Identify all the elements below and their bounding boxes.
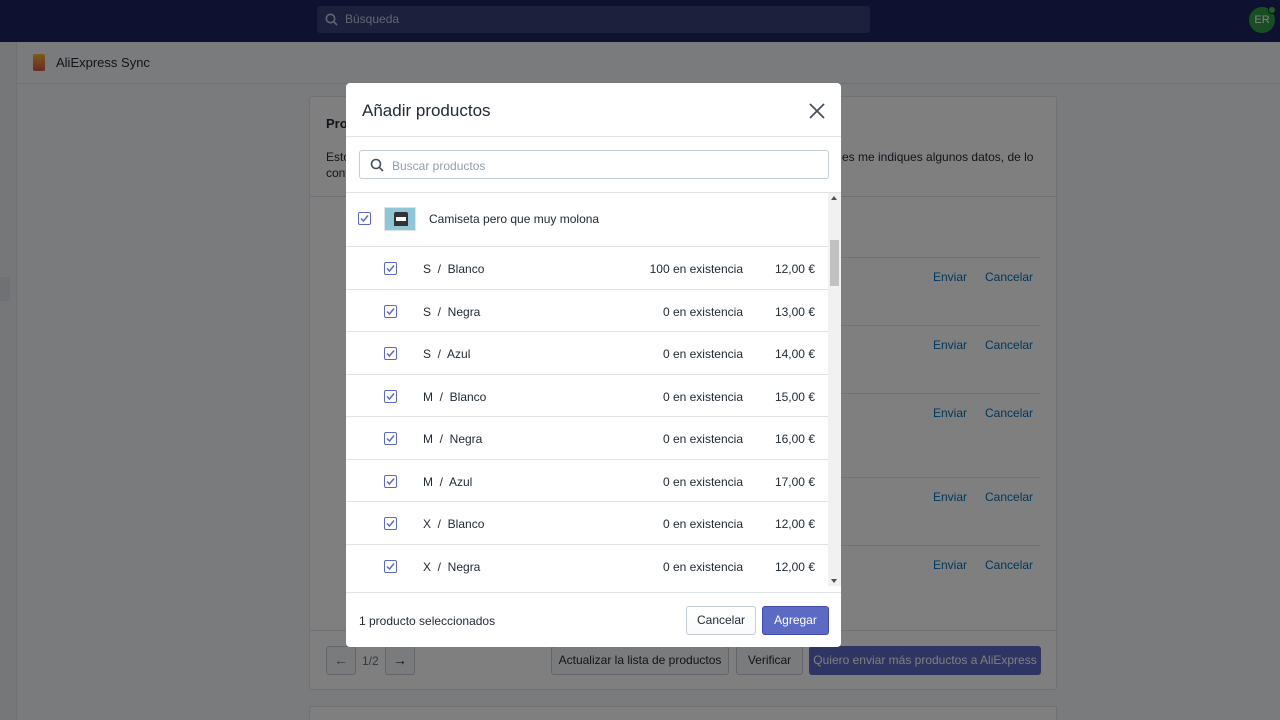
variant-checkbox[interactable] (384, 347, 397, 360)
variant-label: S / Negra (423, 304, 481, 319)
variant-checkbox[interactable] (384, 262, 397, 275)
variant-checkbox[interactable] (384, 389, 397, 403)
variant-row[interactable]: S / Azul 0 en existencia 14,00 € (346, 332, 828, 375)
variant-price: 13,00 € (774, 304, 815, 319)
modal-title: Añadir productos (362, 101, 491, 120)
variant-row[interactable]: M / Negra 0 en existencia 16,00 € (346, 417, 828, 460)
variant-price: 12,00 € (774, 517, 815, 531)
list-scrollbar[interactable] (828, 193, 841, 586)
variant-label: X / Blanco (423, 517, 485, 531)
variant-row[interactable]: X / Negra 0 en existencia 12,00 € (346, 545, 828, 587)
scroll-down-arrow-icon[interactable] (831, 579, 837, 583)
variant-checkbox[interactable] (384, 474, 397, 488)
close-button[interactable] (806, 100, 828, 122)
add-button[interactable]: Agregar (762, 606, 829, 635)
variant-price: 15,00 € (774, 389, 815, 404)
variant-label: S / Azul (423, 347, 471, 361)
search-icon (370, 158, 384, 172)
divider (346, 592, 841, 593)
variant-row[interactable]: X / Blanco 0 en existencia 12,00 € (346, 502, 828, 545)
variant-price: 12,00 € (774, 262, 815, 276)
variant-label: M / Negra (423, 432, 483, 446)
cancel-button[interactable]: Cancelar (686, 606, 756, 635)
variant-stock: 0 en existencia (662, 389, 743, 404)
scroll-up-arrow-icon[interactable] (831, 196, 837, 200)
variant-row[interactable]: M / Blanco 0 en existencia 15,00 € (346, 375, 828, 417)
product-search-input[interactable]: Buscar productos (359, 150, 829, 179)
check-icon (386, 392, 395, 400)
close-icon (809, 103, 825, 119)
variant-stock: 0 en existencia (662, 432, 743, 446)
variant-checkbox[interactable] (384, 304, 397, 318)
variant-label: M / Azul (423, 474, 473, 489)
product-search-placeholder: Buscar productos (392, 159, 486, 173)
check-icon (386, 562, 395, 570)
variant-stock: 0 en existencia (662, 304, 743, 319)
variant-row[interactable]: S / Negra 0 en existencia 13,00 € (346, 290, 828, 332)
variant-label: X / Negra (423, 559, 481, 574)
variant-stock: 0 en existencia (662, 517, 743, 531)
check-icon (386, 435, 395, 443)
variant-label: S / Blanco (423, 262, 485, 276)
selected-count: 1 producto seleccionados (359, 614, 496, 628)
variant-label: M / Blanco (423, 389, 487, 404)
check-icon (386, 520, 395, 528)
product-thumbnail (384, 207, 416, 231)
product-list: Camiseta pero que muy molona S / Blanco … (346, 193, 828, 586)
variant-stock: 100 en existencia (649, 262, 743, 276)
variant-checkbox[interactable] (384, 432, 397, 445)
variant-stock: 0 en existencia (662, 347, 743, 361)
product-checkbox[interactable] (358, 212, 371, 225)
modal-header: Añadir productos (346, 83, 841, 137)
check-icon (386, 477, 395, 485)
variant-checkbox[interactable] (384, 559, 397, 573)
variant-checkbox[interactable] (384, 517, 397, 530)
check-icon (386, 265, 395, 273)
variant-row[interactable]: M / Azul 0 en existencia 17,00 € (346, 460, 828, 502)
product-name: Camiseta pero que muy molona (429, 212, 600, 226)
variant-price: 17,00 € (774, 474, 815, 489)
variant-price: 14,00 € (774, 347, 815, 361)
variant-stock: 0 en existencia (662, 474, 743, 489)
variant-stock: 0 en existencia (662, 559, 743, 574)
scroll-thumb[interactable] (830, 240, 839, 286)
check-icon (360, 215, 369, 223)
add-products-modal: Añadir productos Buscar productos Camise… (346, 83, 841, 647)
check-icon (386, 307, 395, 315)
product-row[interactable]: Camiseta pero que muy molona (346, 193, 828, 247)
check-icon (386, 350, 395, 358)
tshirt-print (396, 217, 406, 221)
variant-row[interactable]: S / Blanco 100 en existencia 12,00 € (346, 247, 828, 290)
variant-price: 12,00 € (774, 559, 815, 574)
variant-price: 16,00 € (774, 432, 815, 446)
